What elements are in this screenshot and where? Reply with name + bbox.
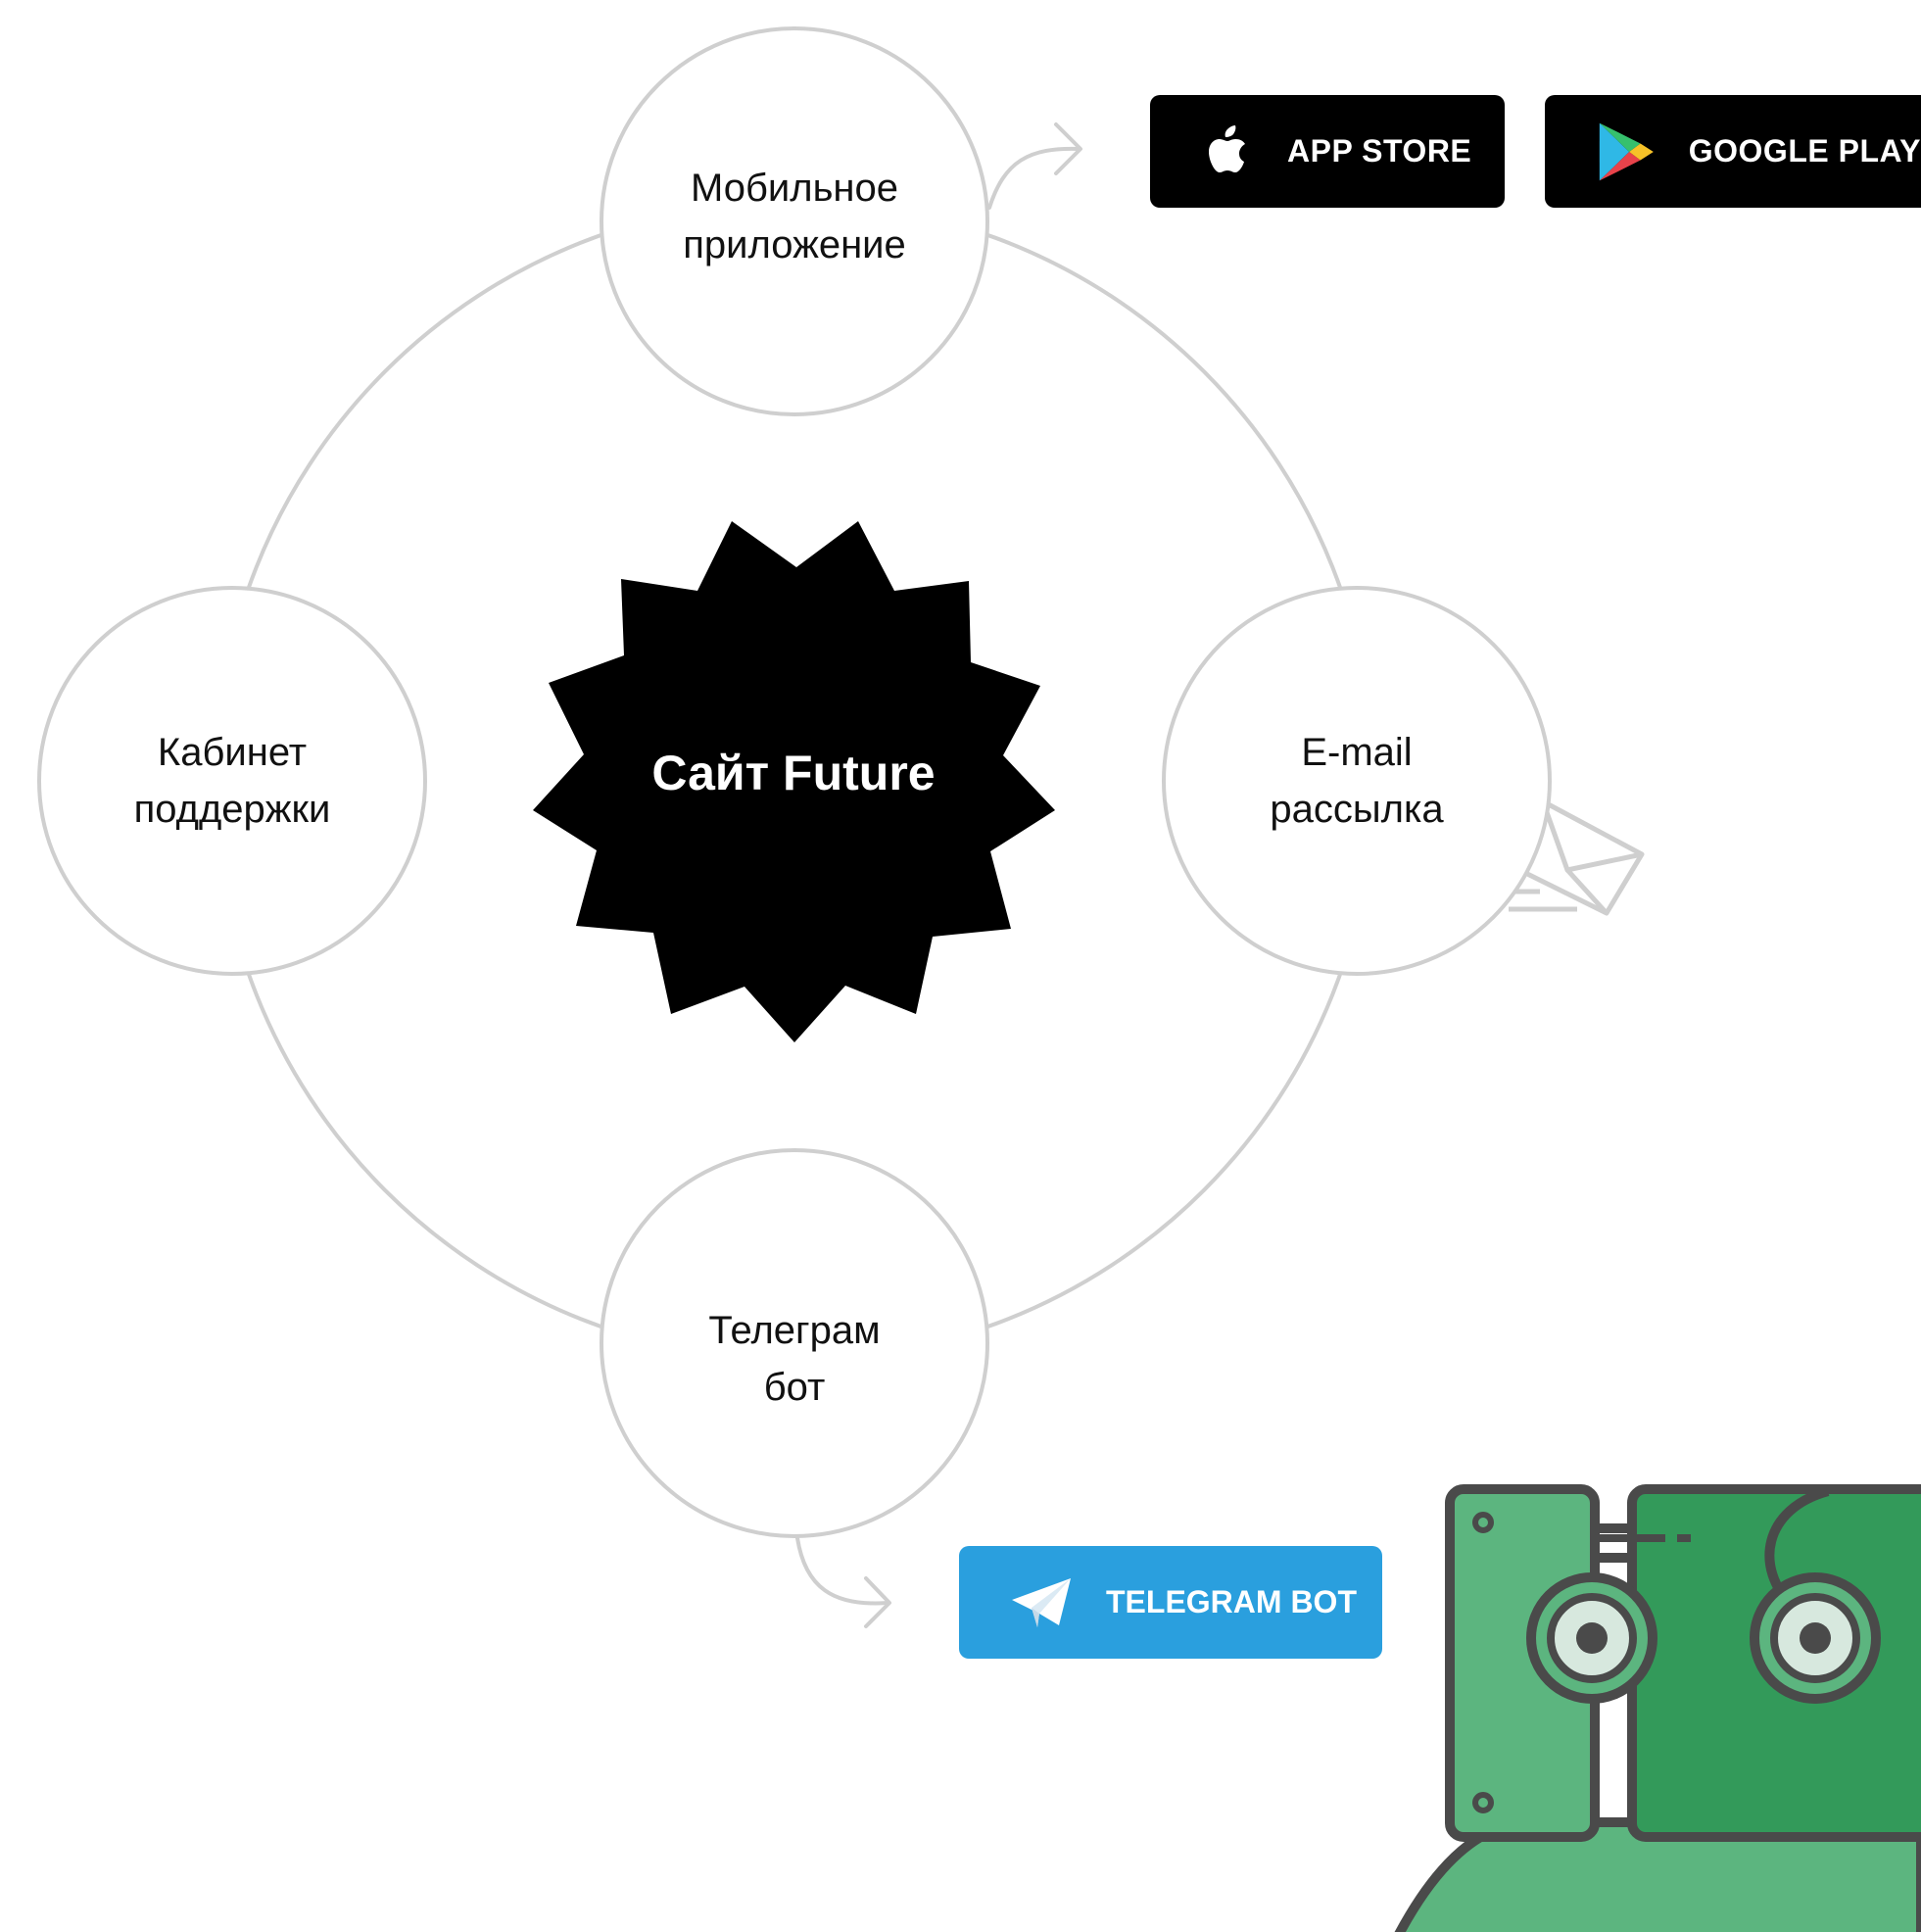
google-play-icon <box>1599 122 1654 180</box>
node-label-mobile-line2: приложение <box>683 223 906 266</box>
arrow-to-telegram <box>795 1536 891 1628</box>
node-label-email-line2: рассылка <box>1270 788 1444 831</box>
center-title: Сайт Future <box>651 746 936 800</box>
node-label-support: Кабинет поддержки <box>56 724 408 838</box>
telegram-icon <box>1012 1577 1071 1627</box>
node-label-telegram-line1: Телеграм <box>708 1309 881 1352</box>
apple-icon <box>1209 124 1245 172</box>
google-play-button[interactable]: GOOGLE PLAY <box>1545 95 1921 208</box>
node-label-email-line1: E-mail <box>1301 731 1413 774</box>
google-play-label: GOOGLE PLAY <box>1688 133 1921 169</box>
node-label-mobile-line1: Мобильное <box>690 167 899 210</box>
node-label-mobile: Мобильное приложение <box>618 160 971 273</box>
app-store-button[interactable]: APP STORE <box>1150 95 1505 208</box>
node-label-support-line2: поддержки <box>133 788 331 831</box>
node-label-telegram: Телеграм бот <box>618 1302 971 1416</box>
node-label-telegram-line2: бот <box>763 1366 826 1409</box>
arrow-to-stores <box>987 122 1082 210</box>
node-label-support-line1: Кабинет <box>157 731 308 774</box>
telegram-bot-button[interactable]: TELEGRAM BOT <box>959 1546 1382 1659</box>
robot-illustration <box>1394 1484 1921 1932</box>
app-store-label: APP STORE <box>1287 133 1472 169</box>
telegram-bot-label: TELEGRAM BOT <box>1106 1584 1357 1619</box>
node-label-email: E-mail рассылка <box>1180 724 1533 838</box>
